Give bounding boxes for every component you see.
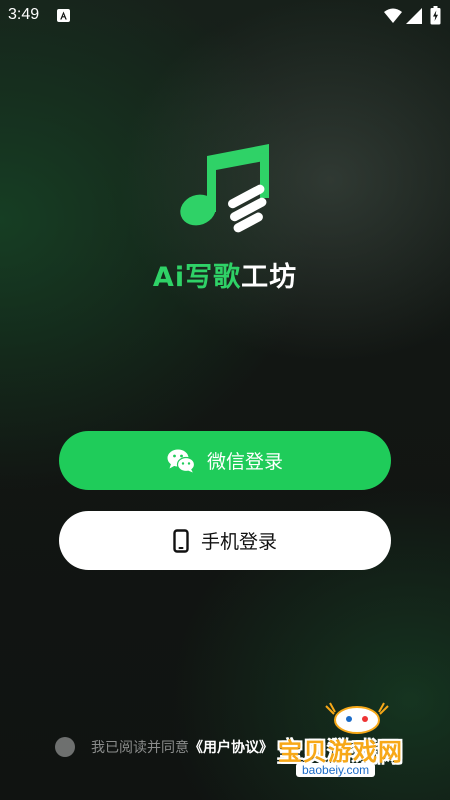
- agreement-prefix: 我已阅读并同意: [91, 740, 189, 756]
- agreement-text: 我已阅读并同意《用户协议》: [91, 737, 273, 757]
- app-title-rest: 工坊: [241, 262, 298, 293]
- status-time: 3:49: [8, 6, 40, 23]
- app-title: Ai写歌工坊: [0, 255, 450, 294]
- watermark-text: 宝贝游戏网: [278, 738, 403, 766]
- a-square-icon: [57, 9, 70, 22]
- login-screen: 3:49 Ai写歌工坊 微信登录 手机登录 我已阅读并同意《用户协议》 宝贝游戏…: [0, 0, 450, 800]
- wechat-login-label: 微信登录: [206, 451, 283, 473]
- watermark: 宝贝游戏网 baobeiy.com: [270, 700, 440, 792]
- status-bar: 3:49: [0, 0, 450, 32]
- agreement-checkbox[interactable]: [55, 737, 75, 757]
- wifi-icon: [384, 8, 402, 28]
- wechat-icon: [167, 449, 196, 473]
- phone-icon: [173, 528, 189, 553]
- agreement-row: 我已阅读并同意《用户协议》: [55, 735, 273, 759]
- battery-charging-icon: [430, 6, 441, 29]
- music-note-icon: [176, 138, 276, 238]
- signal-icon: [406, 8, 422, 28]
- app-title-accent: Ai写歌: [152, 262, 242, 293]
- phone-login-label: 手机登录: [200, 531, 277, 553]
- phone-login-button[interactable]: 手机登录: [59, 511, 391, 570]
- wechat-login-button[interactable]: 微信登录: [59, 431, 391, 490]
- user-agreement-link[interactable]: 《用户协议》: [189, 740, 273, 756]
- watermark-url: baobeiy.com: [296, 763, 376, 777]
